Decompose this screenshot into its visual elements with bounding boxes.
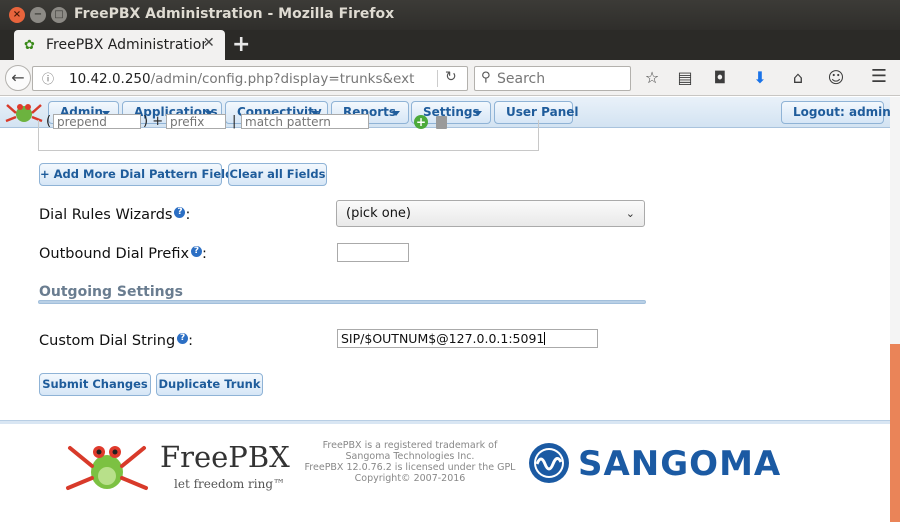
reading-list-icon[interactable]: ▤ <box>675 68 695 87</box>
freepbx-tagline: let freedom ring™ <box>174 477 286 491</box>
help-icon[interactable]: ? <box>174 207 186 218</box>
page-content: ( ) + | + + Add More Dial Pattern Fields… <box>0 114 890 522</box>
tab-title: FreePBX Administration <box>46 37 206 53</box>
sangoma-logo-icon <box>529 443 569 483</box>
window-minimize-button[interactable]: − <box>30 7 46 23</box>
scrollbar-thumb[interactable] <box>890 344 900 522</box>
window-close-button[interactable]: × <box>9 7 25 23</box>
footer-divider <box>0 420 890 424</box>
search-icon: ⚲ <box>481 70 491 85</box>
url-text[interactable]: 10.42.0.250/admin/config.php?display=tru… <box>69 71 439 87</box>
browser-tab[interactable]: ✿ FreePBX Administration ✕ <box>14 30 225 60</box>
duplicate-trunk-button[interactable]: Duplicate Trunk <box>156 373 263 396</box>
freepbx-wordmark: FreePBX <box>160 440 290 474</box>
window-maximize-button[interactable]: □ <box>51 7 67 23</box>
home-icon[interactable]: ⌂ <box>788 68 808 87</box>
help-icon[interactable]: ? <box>177 333 189 344</box>
url-separator <box>437 70 438 87</box>
dial-rules-select[interactable]: (pick one) ⌄ <box>336 200 645 227</box>
add-more-dial-pattern-button[interactable]: + Add More Dial Pattern Fields <box>39 163 240 186</box>
tab-close-icon[interactable]: ✕ <box>203 35 215 51</box>
submit-changes-button[interactable]: Submit Changes <box>39 373 151 396</box>
section-divider <box>38 300 646 304</box>
chevron-down-icon <box>392 111 400 116</box>
info-icon[interactable]: ⓘ <box>42 70 54 87</box>
tab-strip: ✿ FreePBX Administration ✕ + <box>0 30 900 60</box>
open-paren: ( <box>46 114 52 129</box>
outbound-dial-prefix-label: Outbound Dial Prefix?: <box>39 246 207 262</box>
dial-pattern-box: ( ) + | + <box>38 114 539 151</box>
logout-button[interactable]: Logout: admin <box>781 101 891 124</box>
add-pattern-icon[interactable]: + <box>414 115 428 129</box>
outgoing-settings-heading: Outgoing Settings <box>39 284 183 300</box>
outbound-dial-prefix-input[interactable] <box>337 243 409 262</box>
prepend-input[interactable] <box>53 114 141 129</box>
new-tab-icon[interactable]: + <box>232 32 250 57</box>
frog-favicon-icon: ✿ <box>24 38 35 53</box>
search-bar[interactable]: ⚲ <box>474 66 631 91</box>
legal-notice: FreePBX is a registered trademark of San… <box>304 440 516 484</box>
pocket-icon[interactable]: ◘ <box>710 68 730 87</box>
help-icon[interactable]: ? <box>191 246 203 257</box>
bookmark-star-icon[interactable]: ☆ <box>642 68 662 87</box>
custom-dial-string-label: Custom Dial String?: <box>39 333 194 349</box>
prefix-input[interactable] <box>166 114 226 129</box>
trash-icon[interactable] <box>436 116 447 129</box>
custom-dial-string-input[interactable]: SIP/$OUTNUM$@127.0.0.1:5091 <box>337 329 598 348</box>
dial-rules-label: Dial Rules Wizards?: <box>39 207 191 223</box>
downloads-arrow-icon[interactable]: ⬇ <box>750 68 770 87</box>
window-title-bar: × − □ FreePBX Administration - Mozilla F… <box>0 0 900 30</box>
search-input[interactable] <box>497 70 625 88</box>
reload-icon[interactable]: ↻ <box>445 69 457 85</box>
clear-all-fields-button[interactable]: Clear all Fields <box>228 163 327 186</box>
match-pattern-input[interactable] <box>241 114 369 129</box>
hamburger-menu-icon[interactable]: ☰ <box>869 66 889 87</box>
sangoma-wordmark: SANGOMA <box>578 444 782 484</box>
text-cursor <box>544 332 546 345</box>
navigation-bar: ← ⓘ 10.42.0.250/admin/config.php?display… <box>0 60 900 96</box>
freepbx-frog-footer-logo <box>66 446 148 490</box>
pipe-sign: | <box>232 114 237 129</box>
plus-sign: ) + <box>143 114 164 129</box>
smiley-feedback-icon[interactable]: ☺ <box>826 68 846 87</box>
url-bar[interactable]: ⓘ 10.42.0.250/admin/config.php?display=t… <box>32 66 468 91</box>
chevron-down-icon <box>474 111 482 116</box>
window-title: FreePBX Administration - Mozilla Firefox <box>74 6 395 22</box>
chevron-down-icon: ⌄ <box>625 207 635 220</box>
back-arrow-icon[interactable]: ← <box>5 65 31 91</box>
